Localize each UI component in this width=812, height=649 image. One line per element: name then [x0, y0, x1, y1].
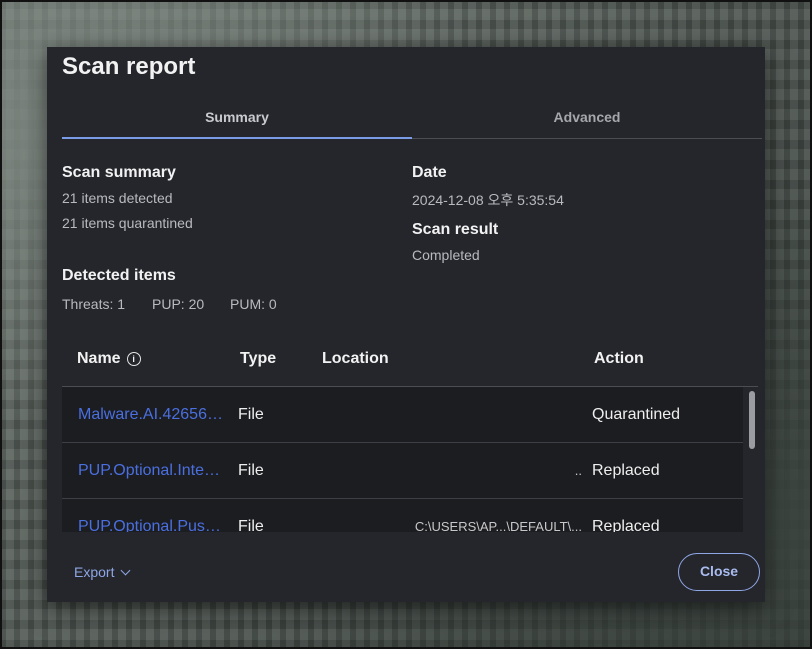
table-scrollbar[interactable] — [749, 391, 755, 449]
pum-count: PUM: 0 — [230, 296, 277, 312]
export-button[interactable]: Export — [74, 564, 131, 580]
row-action: Replaced — [592, 518, 660, 532]
row-location: .. — [574, 463, 582, 478]
scan-result-heading: Scan result — [412, 221, 499, 238]
export-label: Export — [74, 564, 115, 580]
date-value: 2024-12-08 오후 5:35:54 — [412, 192, 564, 208]
items-quarantined-text: 21 items quarantined — [62, 215, 193, 231]
tab-summary[interactable]: Summary — [62, 102, 412, 139]
chevron-down-icon — [121, 565, 131, 576]
pup-count: PUP: 20 — [152, 296, 205, 312]
scan-result-value: Completed — [412, 247, 480, 263]
row-type: File — [238, 518, 264, 532]
row-action: Quarantined — [592, 406, 681, 423]
row-name-link[interactable]: Malware.AI.42656… — [78, 387, 223, 442]
scan-summary-heading: Scan summary — [62, 164, 176, 181]
row-location: C:\USERS\AP...\DEFAULT\... — [414, 519, 582, 532]
column-location-header[interactable]: Location — [322, 342, 389, 376]
date-heading: Date — [412, 164, 447, 181]
scan-report-dialog: Scan report Summary Advanced Scan summar… — [47, 47, 765, 602]
column-name-label: Name — [77, 350, 121, 367]
row-name-link[interactable]: PUP.Optional.Inter… — [78, 443, 223, 498]
table-row[interactable]: Malware.AI.42656… File Quarantined — [62, 387, 743, 443]
info-icon[interactable]: i — [126, 352, 141, 366]
detected-items-heading: Detected items — [62, 267, 176, 284]
row-type: File — [238, 462, 264, 479]
close-button[interactable]: Close — [678, 553, 760, 591]
items-detected-text: 21 items detected — [62, 190, 173, 206]
column-type-header[interactable]: Type — [240, 342, 276, 376]
table-row[interactable]: PUP.Optional.Inter… File .. Replaced — [62, 443, 743, 499]
tab-advanced[interactable]: Advanced — [412, 102, 762, 138]
row-name-link[interactable]: PUP.Optional.Push… — [78, 499, 223, 532]
threats-count: Threats: 1 — [62, 296, 126, 312]
tab-bar: Summary Advanced — [62, 102, 762, 139]
column-name-header[interactable]: Name i — [77, 342, 141, 376]
row-type: File — [238, 406, 264, 423]
row-action: Replaced — [592, 462, 660, 479]
column-action-header[interactable]: Action — [594, 342, 644, 376]
dialog-title: Scan report — [62, 53, 196, 80]
table-row[interactable]: PUP.Optional.Push… File C:\USERS\AP...\D… — [62, 499, 743, 532]
table-header: Name i Type Location Action — [62, 342, 758, 387]
detections-table-body: Malware.AI.42656… File Quarantined PUP.O… — [62, 387, 745, 532]
